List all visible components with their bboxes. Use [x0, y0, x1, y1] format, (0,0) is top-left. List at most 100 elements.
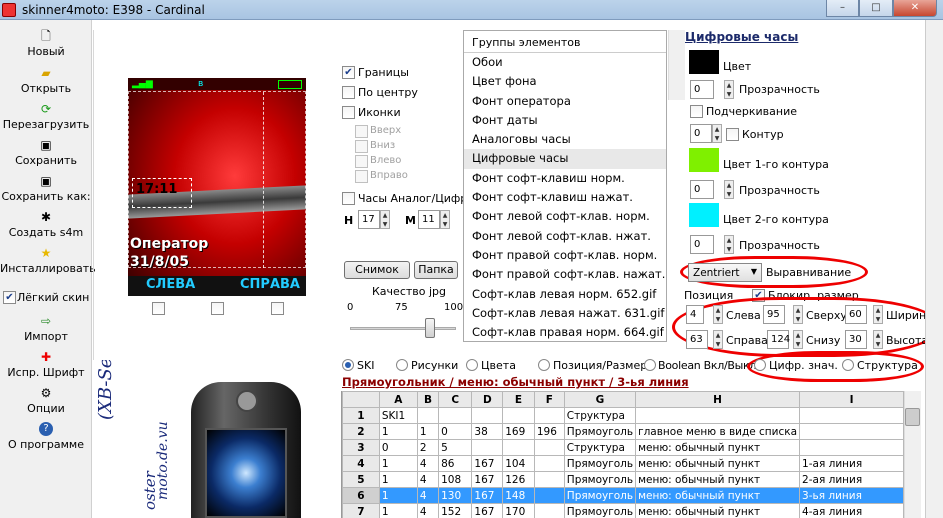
- top-spinner[interactable]: ▲ ▼: [793, 305, 803, 324]
- column-header[interactable]: C: [438, 391, 473, 408]
- group-item[interactable]: Цифровые часы: [464, 149, 666, 169]
- import-button[interactable]: ⇨ Импорт: [0, 314, 92, 343]
- tab-colors[interactable]: Цвета: [481, 359, 516, 372]
- table-cell[interactable]: 1: [378, 455, 418, 472]
- m-input[interactable]: 11: [418, 210, 440, 229]
- data-grid[interactable]: A B C D E F G H I 1 SKI1 Структура 2 1 1 0 38 169 196 Прямо…: [341, 391, 904, 518]
- column-header[interactable]: G: [563, 391, 637, 408]
- table-cell[interactable]: 167: [471, 487, 504, 504]
- fix-font-button[interactable]: ✚ Испр. Шрифт: [0, 350, 92, 379]
- table-cell[interactable]: 4-ая линия: [799, 503, 904, 518]
- options-button[interactable]: ⚙ Опции: [0, 386, 92, 415]
- h-spinner[interactable]: ▲ ▼: [380, 210, 390, 229]
- preview-check-3[interactable]: [271, 302, 284, 315]
- table-cell[interactable]: [533, 407, 565, 424]
- group-item[interactable]: Аналоговы часы: [464, 130, 666, 149]
- table-cell[interactable]: 86: [438, 455, 473, 472]
- row-header[interactable]: 3: [342, 439, 380, 456]
- table-row[interactable]: 6 1 4 130 167 148 Прямоуголь меню: обычный пунк…: [342, 487, 904, 504]
- tab-position[interactable]: Позиция/Размер: [553, 359, 647, 372]
- row-header[interactable]: 4: [342, 455, 380, 472]
- table-cell[interactable]: 152: [438, 503, 473, 518]
- column-header[interactable]: E: [502, 391, 535, 408]
- close-button[interactable]: ✕: [893, 0, 937, 17]
- table-cell[interactable]: 1: [378, 503, 418, 518]
- install-button[interactable]: ★ Инсталлировать: [0, 246, 96, 275]
- light-skin-checkbox[interactable]: ✔: [3, 291, 16, 304]
- table-cell[interactable]: [799, 439, 904, 456]
- tab-ski-radio[interactable]: [342, 359, 354, 371]
- group-item[interactable]: Фонт оператора: [464, 92, 666, 111]
- column-header[interactable]: D: [471, 391, 504, 408]
- tab-numeric-radio[interactable]: [754, 359, 766, 371]
- group-item[interactable]: Фонт даты: [464, 111, 666, 130]
- open-button[interactable]: ▰ Открыть: [0, 66, 92, 95]
- table-cell[interactable]: 1: [378, 423, 418, 440]
- table-cell[interactable]: 167: [471, 503, 504, 518]
- tab-structure[interactable]: Структура: [857, 359, 918, 372]
- transparency-1-input[interactable]: 0: [690, 80, 714, 99]
- table-cell[interactable]: 108: [438, 471, 473, 488]
- borders-checkbox[interactable]: ✔: [342, 66, 355, 79]
- table-cell[interactable]: SKI1: [378, 407, 418, 424]
- preview-check-1[interactable]: [152, 302, 165, 315]
- table-cell[interactable]: [533, 503, 565, 518]
- create-s4m-button[interactable]: ✱ Создать s4m: [0, 210, 92, 239]
- underline-checkbox[interactable]: [690, 105, 703, 118]
- table-cell[interactable]: 148: [502, 487, 535, 504]
- group-item[interactable]: Фонт правой софт-клав. нажат.: [464, 265, 666, 284]
- up-checkbox[interactable]: [355, 125, 368, 138]
- table-cell[interactable]: меню: обычный пункт: [635, 503, 801, 518]
- reload-button[interactable]: ⟳ Перезагрузить: [0, 102, 92, 131]
- table-cell[interactable]: Структура: [563, 439, 637, 456]
- table-cell[interactable]: 2: [416, 439, 440, 456]
- group-item[interactable]: Фонт софт-клавиш нажат.: [464, 188, 666, 207]
- tab-ski[interactable]: SKI: [357, 359, 374, 372]
- table-row[interactable]: 1 SKI1 Структура: [342, 407, 904, 424]
- tab-pictures-radio[interactable]: [396, 359, 408, 371]
- left-spinner[interactable]: ▲ ▼: [713, 305, 723, 324]
- column-header[interactable]: A: [378, 391, 418, 408]
- right-checkbox[interactable]: [355, 170, 368, 183]
- column-header[interactable]: H: [635, 391, 801, 408]
- h-input[interactable]: 17: [358, 210, 380, 229]
- table-cell[interactable]: [533, 439, 565, 456]
- tab-structure-radio[interactable]: [842, 359, 854, 371]
- table-cell[interactable]: 4: [416, 487, 440, 504]
- group-item[interactable]: Фонт софт-клавиш норм.: [464, 169, 666, 188]
- table-cell[interactable]: 1: [416, 423, 440, 440]
- height-input[interactable]: 30: [845, 330, 867, 349]
- table-cell[interactable]: [635, 407, 801, 424]
- table-cell[interactable]: 167: [471, 471, 504, 488]
- table-cell[interactable]: 5: [438, 439, 473, 456]
- table-cell[interactable]: меню: обычный пункт: [635, 439, 801, 456]
- color2-swatch[interactable]: [689, 203, 719, 227]
- snapshot-button[interactable]: Снимок: [344, 261, 410, 279]
- row-header[interactable]: 7: [342, 503, 380, 518]
- column-header[interactable]: [342, 391, 380, 408]
- minimize-button[interactable]: –: [826, 0, 859, 17]
- group-item[interactable]: Фонт левой софт-клав. норм.: [464, 207, 666, 226]
- center-checkbox[interactable]: [342, 86, 355, 99]
- groups-scrollbar[interactable]: [668, 30, 685, 100]
- table-cell[interactable]: Прямоуголь: [563, 503, 637, 518]
- bottom-spinner[interactable]: ▲ ▼: [793, 330, 803, 349]
- table-cell[interactable]: Прямоуголь: [563, 487, 637, 504]
- left-checkbox[interactable]: [355, 155, 368, 168]
- tab-boolean-radio[interactable]: [644, 359, 656, 371]
- height-spinner[interactable]: ▲ ▼: [873, 330, 883, 349]
- table-cell[interactable]: 4: [416, 503, 440, 518]
- m-spinner[interactable]: ▲ ▼: [440, 210, 450, 229]
- table-cell[interactable]: 38: [471, 423, 504, 440]
- preview-check-2[interactable]: [211, 302, 224, 315]
- group-item[interactable]: Софт-клав левая норм. 652.gif: [464, 285, 666, 304]
- about-button[interactable]: ? О программе: [0, 422, 92, 451]
- table-cell[interactable]: [799, 423, 904, 440]
- table-cell[interactable]: 130: [438, 487, 473, 504]
- group-item[interactable]: Фонт правой софт-клав. норм.: [464, 246, 666, 265]
- table-cell[interactable]: [471, 439, 504, 456]
- table-cell[interactable]: [533, 455, 565, 472]
- jpg-slider-thumb[interactable]: [424, 318, 435, 338]
- table-row[interactable]: 2 1 1 0 38 169 196 Прямоуголь главное меню в вид…: [342, 423, 904, 440]
- skin-preview[interactable]: ▂▄▆ ʙ 17:11 Оператор 31/8/05 СЛЕВА СПРАВ…: [128, 78, 306, 296]
